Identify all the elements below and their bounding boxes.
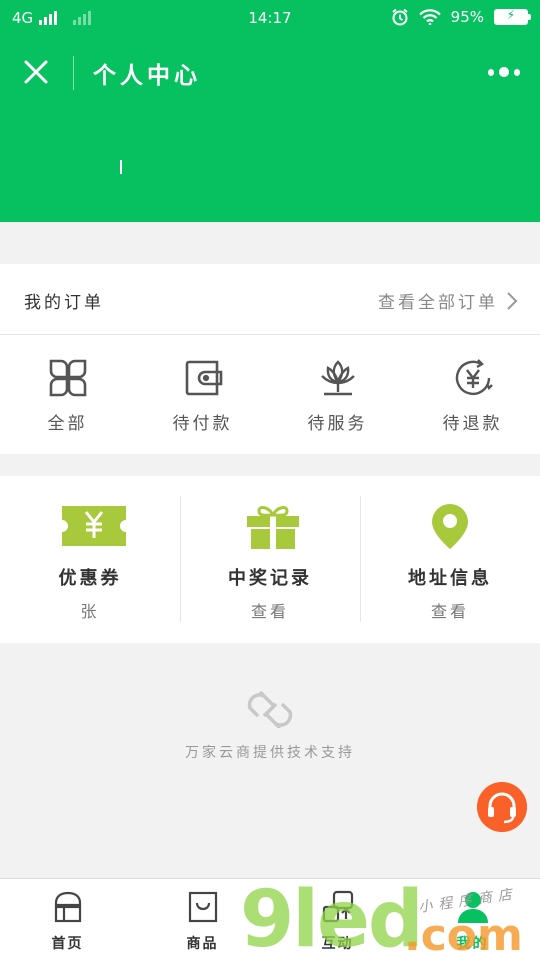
watermark: 9led [240,875,424,960]
view-all-orders-label: 查看全部订单 [378,293,498,313]
gift-icon [247,506,299,549]
orders-card: 我的订单 查看全部订单 全部 待付款 待服务 待退款 [0,264,540,454]
address-item[interactable]: 地址信息 查看 [360,476,540,643]
order-tab-label: 待服务 [307,414,368,434]
coupon-icon [62,506,126,546]
nav-bar: 个人中心 [0,44,540,100]
brand-logo-icon [247,690,293,728]
more-icon[interactable] [488,66,521,78]
service-sub: 查看 [250,602,289,621]
service-sub: 查看 [430,602,469,621]
chevron-right-icon [507,291,518,310]
nav-divider [73,56,74,90]
order-tab-pending-payment[interactable]: 待付款 [135,336,270,454]
service-name: 优惠券 [58,568,122,589]
customer-service-icon[interactable] [477,782,527,832]
location-pin-icon [432,504,468,549]
order-tab-pending-refund[interactable]: 待退款 [405,336,540,454]
wallet-icon [185,360,223,396]
wifi-icon [418,9,441,25]
order-tab-label: 全部 [47,414,88,434]
order-tab-pending-service[interactable]: 待服务 [270,336,405,454]
tab-label: 首页 [51,936,84,952]
yen-refund-icon [455,359,493,396]
order-tab-label: 待付款 [172,414,233,434]
orders-header: 我的订单 查看全部订单 [0,264,540,335]
page-title: 个人中心 [93,63,201,89]
close-icon[interactable] [20,56,52,88]
alarm-icon [392,8,408,26]
watermark-suffix: .com [404,910,523,960]
prize-records-item[interactable]: 中奖记录 查看 [180,476,360,643]
order-tab-all[interactable]: 全部 [0,336,135,454]
service-name: 地址信息 [408,568,492,589]
home-icon [54,891,82,923]
brand-support-text: 万家云商提供技术支持 [185,745,355,761]
battery-percent: 95% [450,8,484,26]
coupon-item[interactable]: 优惠券 张 [0,476,180,643]
grid-icon [49,359,87,397]
order-tab-label: 待退款 [442,414,503,434]
lotus-icon [321,360,355,396]
header-banner: 4G 14:17 95% ⚡ 个人中心 [0,0,540,222]
battery-icon: ⚡ [494,8,531,25]
services-card: 优惠券 张 中奖记录 查看 地址信息 查看 [0,476,540,643]
tab-home[interactable]: 首页 [0,879,135,960]
text-caret [120,160,122,174]
service-sub: 张 [80,602,100,621]
view-all-orders-link[interactable]: 查看全部订单 [378,288,518,313]
orders-title: 我的订单 [24,293,104,313]
status-bar: 4G 14:17 95% ⚡ [0,0,540,36]
bag-icon [188,891,218,923]
service-name: 中奖记录 [228,568,312,589]
